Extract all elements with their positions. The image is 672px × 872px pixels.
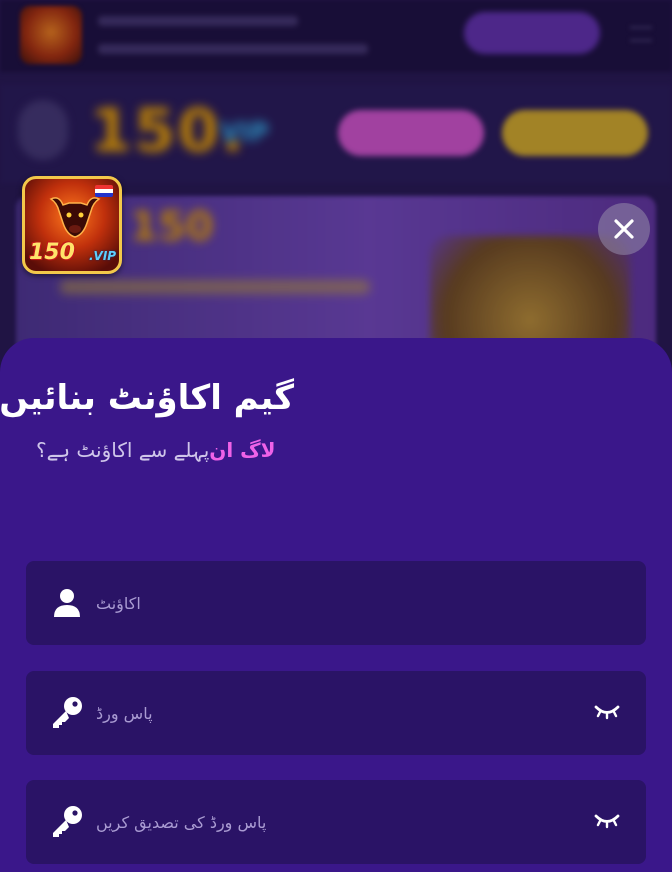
user-icon [54, 589, 80, 617]
register-sheet: گیم اکاؤنٹ بنائیں پہلے سے اکاؤنٹ ہے؟ لاگ… [0, 338, 672, 872]
sheet-title: گیم اکاؤنٹ بنائیں [0, 378, 294, 418]
account-field[interactable] [26, 561, 646, 645]
password-input[interactable] [96, 671, 566, 755]
login-link[interactable]: لاگ ان [209, 438, 275, 462]
password-field[interactable] [26, 671, 646, 755]
logo-vip-label: .VIP [89, 249, 117, 263]
eye-closed-icon[interactable] [594, 701, 620, 723]
login-prompt-text: پہلے سے اکاؤنٹ ہے؟ [36, 438, 210, 462]
game-logo: 150 .VIP [22, 176, 122, 274]
close-button[interactable] [598, 203, 650, 255]
key-icon [53, 806, 82, 837]
login-prompt: پہلے سے اکاؤنٹ ہے؟ لاگ ان [36, 438, 276, 468]
logo-number: 150 [29, 240, 75, 265]
bull-icon [49, 197, 101, 238]
close-icon [614, 219, 634, 239]
account-input[interactable] [96, 561, 566, 645]
eye-closed-icon[interactable] [594, 810, 620, 832]
key-icon [53, 697, 82, 728]
confirm-password-field[interactable] [26, 780, 646, 864]
confirm-password-input[interactable] [96, 780, 566, 864]
